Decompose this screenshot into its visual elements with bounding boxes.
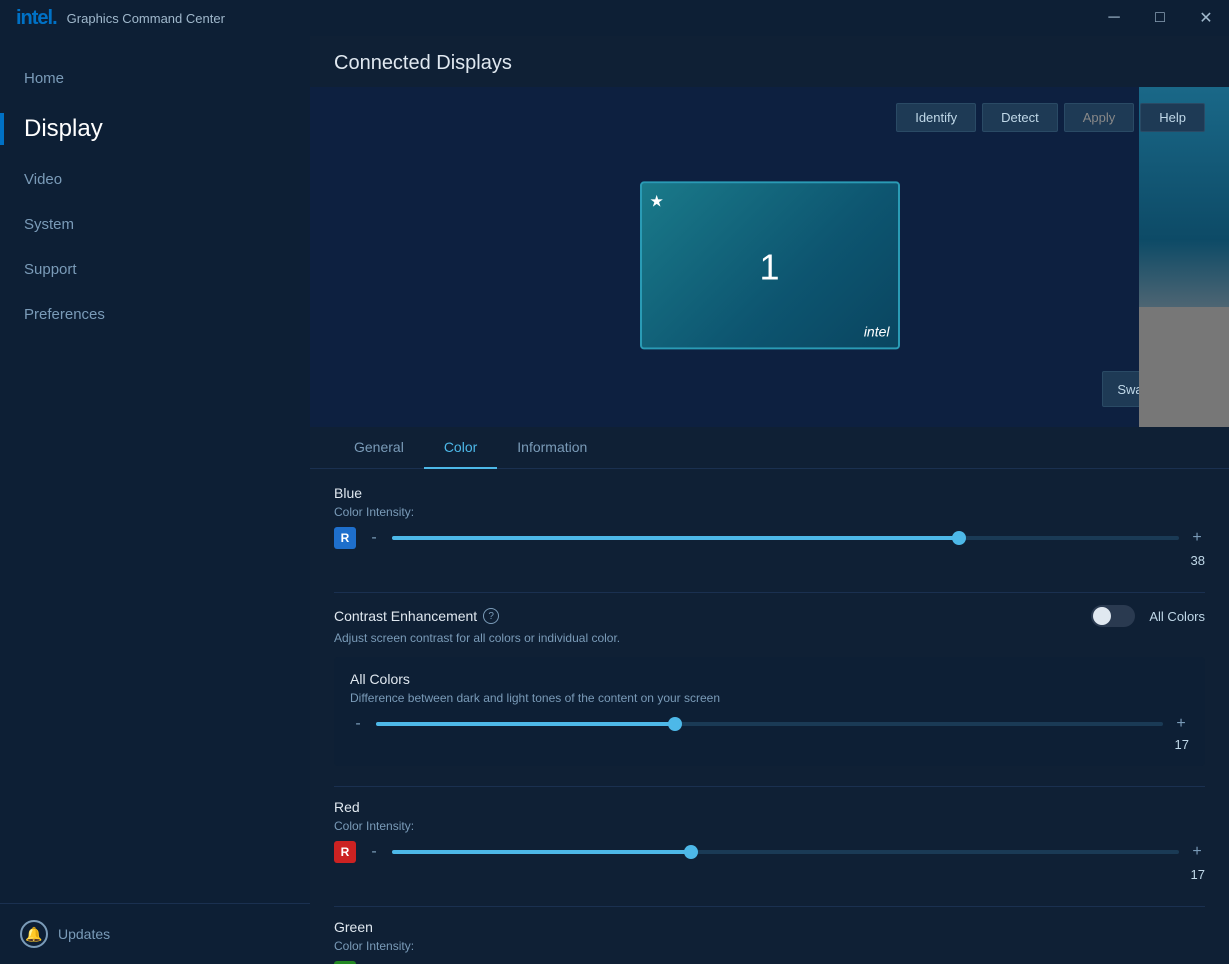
blue-top-control: R - + bbox=[334, 527, 1205, 549]
monitor-star-icon: ★ bbox=[650, 191, 890, 211]
tab-color[interactable]: Color bbox=[424, 427, 497, 469]
apply-button[interactable]: Apply bbox=[1064, 103, 1135, 132]
minimize-button[interactable]: ─ bbox=[1091, 0, 1137, 36]
contrast-header: Contrast Enhancement ? All Colors bbox=[334, 605, 1205, 627]
red-value: 17 bbox=[334, 867, 1205, 882]
tab-general[interactable]: General bbox=[334, 427, 424, 469]
display-preview: Identify Detect Apply Help ★ 1 intel Swa… bbox=[310, 87, 1229, 427]
close-button[interactable]: ✕ bbox=[1183, 0, 1229, 36]
red-badge: R bbox=[334, 841, 356, 863]
divider-3 bbox=[334, 906, 1205, 907]
help-button[interactable]: Help bbox=[1140, 103, 1205, 132]
contrast-toggle[interactable] bbox=[1091, 605, 1135, 627]
all-colors-control: - + bbox=[350, 715, 1189, 733]
sidebar-item-video[interactable]: Video bbox=[0, 157, 310, 202]
contrast-desc: Adjust screen contrast for all colors or… bbox=[334, 631, 1205, 645]
blue-top-slider-track bbox=[392, 536, 1179, 540]
intel-logo: intel. bbox=[16, 7, 57, 30]
app-branding: intel. Graphics Command Center bbox=[16, 7, 225, 30]
app-body: Home Display Video System Support Prefer… bbox=[0, 36, 1229, 964]
window-controls: ─ □ ✕ bbox=[1091, 0, 1229, 36]
monitor-preview[interactable]: ★ 1 intel bbox=[640, 181, 900, 349]
sidebar-item-display[interactable]: Display bbox=[0, 101, 310, 157]
red-sub: Color Intensity: bbox=[334, 819, 414, 833]
red-plus[interactable]: + bbox=[1189, 843, 1205, 861]
sidebar-item-support[interactable]: Support bbox=[0, 247, 310, 292]
red-slider-thumb[interactable] bbox=[684, 845, 698, 859]
sidebar: Home Display Video System Support Prefer… bbox=[0, 36, 310, 964]
contrast-name: Contrast Enhancement bbox=[334, 608, 477, 624]
all-colors-section: All Colors Difference between dark and l… bbox=[334, 657, 1205, 766]
red-control: R - + bbox=[334, 841, 1205, 863]
red-header: Red Color Intensity: bbox=[334, 799, 1205, 835]
all-colors-plus[interactable]: + bbox=[1173, 715, 1189, 733]
tabs-bar: General Color Information bbox=[310, 427, 1229, 469]
red-name: Red bbox=[334, 799, 360, 815]
blue-top-slider-thumb[interactable] bbox=[952, 531, 966, 545]
red-setting: Red Color Intensity: R - + 17 bbox=[334, 799, 1205, 882]
all-colors-slider-fill bbox=[376, 722, 675, 726]
settings-scroll[interactable]: Blue Color Intensity: R - + 38 bbox=[310, 469, 1229, 964]
main-content: Connected Displays Identify Detect Apply… bbox=[310, 36, 1229, 964]
sidebar-item-preferences[interactable]: Preferences bbox=[0, 292, 310, 337]
detect-button[interactable]: Detect bbox=[982, 103, 1058, 132]
page-title: Connected Displays bbox=[310, 36, 1229, 87]
all-colors-slider-track bbox=[376, 722, 1163, 726]
red-slider-fill bbox=[392, 850, 691, 854]
blue-top-slider-fill bbox=[392, 536, 959, 540]
green-header: Green Color Intensity: bbox=[334, 919, 1205, 955]
blue-top-value: 38 bbox=[334, 553, 1205, 568]
tab-information[interactable]: Information bbox=[497, 427, 607, 469]
contrast-toggle-knob bbox=[1093, 607, 1111, 625]
sidebar-item-home[interactable]: Home bbox=[0, 56, 310, 101]
preview-toolbar: Identify Detect Apply Help bbox=[896, 103, 1205, 132]
blue-top-setting: Blue Color Intensity: R - + 38 bbox=[334, 485, 1205, 568]
monitor-number: 1 bbox=[650, 246, 890, 288]
contrast-toggle-label: All Colors bbox=[1149, 609, 1205, 624]
green-sub: Color Intensity: bbox=[334, 939, 414, 953]
divider-2 bbox=[334, 786, 1205, 787]
identify-button[interactable]: Identify bbox=[896, 103, 976, 132]
contrast-enhancement-section: Contrast Enhancement ? All Colors Adjust… bbox=[334, 605, 1205, 766]
blue-top-plus[interactable]: + bbox=[1189, 529, 1205, 547]
blue-top-minus[interactable]: - bbox=[366, 529, 382, 547]
updates-label: Updates bbox=[58, 926, 110, 942]
divider-1 bbox=[334, 592, 1205, 593]
blue-top-name: Blue bbox=[334, 485, 362, 501]
title-bar: intel. Graphics Command Center ─ □ ✕ bbox=[0, 0, 1229, 36]
all-colors-minus[interactable]: - bbox=[350, 715, 366, 733]
sidebar-nav: Home Display Video System Support Prefer… bbox=[0, 46, 310, 903]
all-colors-value: 17 bbox=[350, 737, 1189, 752]
red-slider-track bbox=[392, 850, 1179, 854]
blue-top-sub: Color Intensity: bbox=[334, 505, 414, 519]
sidebar-item-system[interactable]: System bbox=[0, 202, 310, 247]
all-colors-name: All Colors bbox=[350, 671, 1189, 687]
sidebar-bottom: 🔔 Updates bbox=[0, 903, 310, 964]
swatch-panel-bottom bbox=[1139, 307, 1229, 427]
updates-bell-icon: 🔔 bbox=[20, 920, 48, 948]
green-setting: Green Color Intensity: G - + 17 bbox=[334, 919, 1205, 964]
maximize-button[interactable]: □ bbox=[1137, 0, 1183, 36]
all-colors-slider-thumb[interactable] bbox=[668, 717, 682, 731]
monitor-brand: intel bbox=[650, 323, 890, 339]
all-colors-desc: Difference between dark and light tones … bbox=[350, 691, 1189, 705]
green-name: Green bbox=[334, 919, 373, 935]
blue-badge: R bbox=[334, 527, 356, 549]
app-title: Graphics Command Center bbox=[67, 11, 225, 26]
contrast-toggle-group: All Colors bbox=[1091, 605, 1205, 627]
red-minus[interactable]: - bbox=[366, 843, 382, 861]
contrast-help-icon[interactable]: ? bbox=[483, 608, 499, 624]
contrast-title: Contrast Enhancement ? bbox=[334, 608, 499, 624]
